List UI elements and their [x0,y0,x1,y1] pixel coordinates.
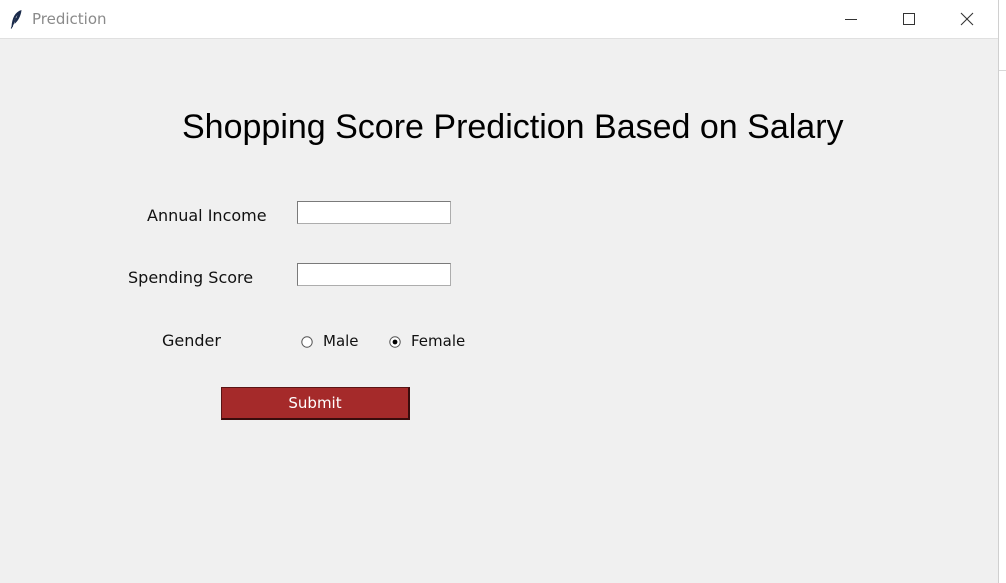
background-window-edge [999,0,1006,583]
window-title: Prediction [32,10,107,28]
gender-radio-male[interactable]: Male [301,331,359,351]
feather-icon [9,9,23,29]
close-button[interactable] [944,0,990,38]
radio-selected-icon [389,335,401,348]
minimize-icon [845,13,857,25]
gender-label: Gender [162,331,221,350]
maximize-icon [903,13,915,25]
page-title: Shopping Score Prediction Based on Salar… [182,108,844,146]
gender-option-label: Male [323,332,359,350]
prediction-window: Prediction Shopping Score Prediction Bas… [0,0,999,583]
radio-unselected-icon [301,335,313,348]
minimize-button[interactable] [828,0,874,38]
annual-income-input[interactable] [297,201,451,224]
spending-score-label: Spending Score [128,268,254,287]
gender-option-label: Female [411,332,466,350]
maximize-button[interactable] [886,0,932,38]
gender-radio-female[interactable]: Female [389,331,465,351]
title-bar[interactable]: Prediction [0,0,998,39]
submit-button[interactable]: Submit [221,387,410,420]
divider [999,70,1006,71]
close-icon [960,12,974,26]
annual-income-label: Annual Income [147,206,267,225]
spending-score-input[interactable] [297,263,451,286]
